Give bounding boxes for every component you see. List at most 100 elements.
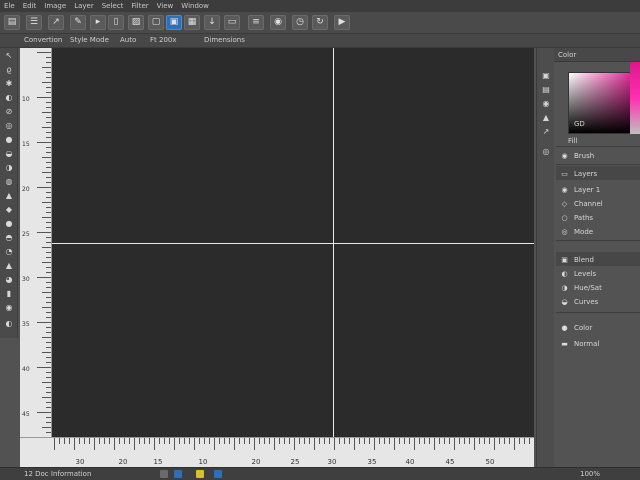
hruler-tick [264,438,265,444]
align-icon[interactable]: ≡ [248,15,264,30]
layer-row[interactable]: ○ Paths [556,212,640,224]
vruler-tick [46,222,51,223]
doc-info[interactable]: 12 Doc Information [24,470,91,478]
gradient-tool-icon[interactable]: ▲ [3,190,15,201]
adjust-row[interactable]: ▬ Normal [556,338,640,350]
chat-icon[interactable]: ▸ [90,15,106,30]
new-icon[interactable]: ▤ [4,15,20,30]
hruler-tick [399,438,400,444]
blur-tool-icon[interactable]: ◆ [3,204,15,215]
grid-icon[interactable]: ▦ [184,15,200,30]
color-panel-icon[interactable]: ▣ [541,70,551,80]
zoom-level[interactable]: 100% [580,470,600,478]
clock-icon[interactable]: ◷ [292,15,308,30]
vruler-tick [42,292,51,293]
adjust-row[interactable]: ● Color [556,322,640,334]
zoom-tool-icon[interactable]: ◉ [3,302,15,313]
screen-mode-icon[interactable] [174,470,182,478]
color-panel-tab[interactable]: Color [554,48,640,62]
brush-row[interactable]: ◉ Brush [556,150,640,162]
horizontal-ruler[interactable]: 30 20 15 10 20 25 30 35 40 45 50 [20,437,534,467]
pen-tool-icon[interactable]: ◓ [3,232,15,243]
vruler-tick [46,327,51,328]
menu-layer[interactable]: Layer [74,0,94,12]
horizontal-guide[interactable] [52,243,534,244]
frame-icon[interactable]: ▢ [148,15,164,30]
menu-file[interactable]: Ele [4,0,15,12]
layer-row[interactable]: ◉ Layer 1 [556,184,640,196]
panel-toggle-icon[interactable] [160,470,168,478]
hruler-label: 25 [290,458,300,466]
path-tool-icon[interactable]: ▲ [3,260,15,271]
hruler-tick [239,438,240,444]
hue-slider[interactable] [630,62,640,134]
opt-style-mode[interactable]: Style Mode [70,36,109,44]
tools-palette: ↖ ϱ ✱ ◐ ⊘ ◎ ● ◒ ◑ ◍ ▲ ◆ ● ◓ ◔ ▲ ◕ ▮ ◉ ◐ [0,48,18,338]
play-icon[interactable]: ▶ [334,15,350,30]
menu-window[interactable]: Window [181,0,209,12]
history-panel-icon[interactable]: ↗ [541,126,551,136]
history-tool-icon[interactable]: ◑ [3,162,15,173]
shape-tool-icon[interactable]: ◕ [3,274,15,285]
hruler-tick [109,438,110,444]
vertical-ruler[interactable]: 10 15 20 25 30 35 40 45 [20,48,52,438]
adjust-panel-icon[interactable]: ◉ [541,98,551,108]
menu-filter[interactable]: Filter [131,0,148,12]
layer-row[interactable]: ◎ Mode [556,226,640,238]
fill-label: Fill [568,137,578,145]
layers-icon[interactable]: ▣ [166,15,182,30]
type-tool-icon[interactable]: ◔ [3,246,15,257]
hruler-tick [149,438,150,444]
move-icon[interactable]: ↗ [48,15,64,30]
move-tool-icon[interactable]: ↖ [3,50,15,61]
layers-tab[interactable]: ▭ Layers [556,168,640,180]
pin-icon[interactable]: ↓ [204,15,220,30]
vruler-tick [46,102,51,103]
vruler-label: 15 [22,141,30,148]
layer-row[interactable]: ◇ Channel [556,198,640,210]
dodge-tool-icon[interactable]: ● [3,218,15,229]
vruler-tick [46,252,51,253]
crop-tool-icon[interactable]: ◐ [3,92,15,103]
adjust-row[interactable]: ◑ Hue/Sat [556,282,640,294]
menu-select[interactable]: Select [102,0,124,12]
opt-convertion[interactable]: Convertion [24,36,62,44]
opt-ft[interactable]: Ft 200x [150,36,177,44]
screen-icon[interactable]: ▭ [224,15,240,30]
adjust-row[interactable]: ◐ Levels [556,268,640,280]
eyedropper-tool-icon[interactable]: ⊘ [3,106,15,117]
adjust-row[interactable]: ▣ Blend [556,254,640,266]
adjust-row[interactable]: ◒ Curves [556,296,640,308]
brush-icon[interactable]: ✎ [70,15,86,30]
opt-auto[interactable]: Auto [120,36,136,44]
eraser-tool-icon[interactable]: ◍ [3,176,15,187]
brush-tool-icon[interactable]: ● [3,134,15,145]
vruler-label: 40 [22,366,30,373]
hand-tool-icon[interactable]: ▮ [3,288,15,299]
hruler-tick [244,438,245,444]
vruler-tick [46,137,51,138]
hruler-tick [259,438,260,444]
swatch-tool-icon[interactable]: ◐ [3,318,15,329]
eye-icon[interactable]: ◉ [270,15,286,30]
heal-tool-icon[interactable]: ◎ [3,120,15,131]
lasso-tool-icon[interactable]: ϱ [3,64,15,75]
menu-edit[interactable]: Edit [23,0,37,12]
swatches-panel-icon[interactable]: ▤ [541,84,551,94]
image-icon[interactable]: ▨ [128,15,144,30]
menu-image[interactable]: Image [44,0,66,12]
menu-icon[interactable]: ☰ [26,15,42,30]
quick-mask-icon[interactable] [196,470,204,478]
layer-mask-icon[interactable] [214,470,222,478]
vruler-tick [46,317,51,318]
hruler-tick [194,438,195,450]
stamp-tool-icon[interactable]: ◒ [3,148,15,159]
properties-panel-icon[interactable]: ◎ [541,146,551,156]
hruler-tick [389,438,390,444]
doc-icon[interactable]: ▯ [108,15,124,30]
sync-icon[interactable]: ↻ [312,15,328,30]
wand-tool-icon[interactable]: ✱ [3,78,15,89]
opt-dimensions[interactable]: Dimensions [204,36,245,44]
menu-view[interactable]: View [157,0,174,12]
styles-panel-icon[interactable]: ▲ [541,112,551,122]
